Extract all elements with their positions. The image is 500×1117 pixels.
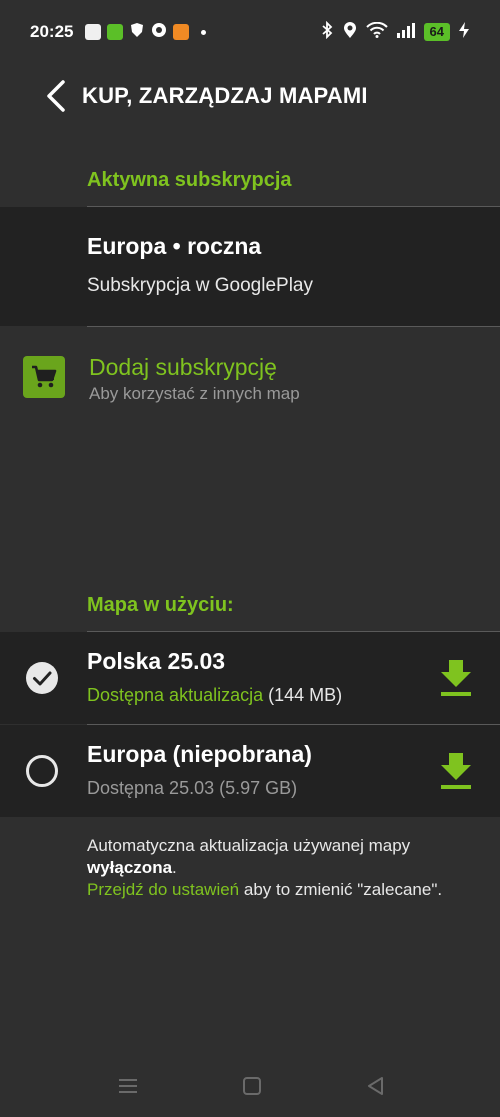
recent-apps-button[interactable] <box>116 1074 140 1098</box>
back-nav-button[interactable] <box>364 1074 388 1098</box>
subscription-description: Subskrypcja w GooglePlay <box>87 275 313 296</box>
download-icon[interactable] <box>438 658 474 698</box>
auto-update-text: Automatyczna aktualizacja używanej mapy <box>87 836 411 855</box>
status-bar: 20:25 64 <box>0 0 500 64</box>
map-item-polska[interactable]: Polska 25.03 Dostępna aktualizacja (144 … <box>0 632 500 724</box>
radio-unchecked-icon[interactable] <box>25 754 59 788</box>
chrome-icon <box>151 22 167 43</box>
cart-icon <box>23 356 65 398</box>
section-header-active-subscription: Aktywna subskrypcja <box>87 169 292 191</box>
triangle-back-icon <box>368 1077 383 1095</box>
auto-update-info: Automatyczna aktualizacja używanej mapy … <box>87 835 487 901</box>
update-size: (144 MB) <box>263 685 343 705</box>
settings-link[interactable]: Przejdź do ustawień <box>87 880 239 899</box>
square-icon <box>243 1077 261 1095</box>
auto-update-state: wyłączona <box>87 858 173 877</box>
bluetooth-icon <box>320 20 334 44</box>
radio-checked-icon[interactable] <box>25 661 59 695</box>
map-status: Dostępna 25.03 (5.97 GB) <box>87 778 298 798</box>
app-icon <box>173 24 190 40</box>
battery-indicator: 64 <box>423 23 450 41</box>
back-button[interactable] <box>36 76 76 116</box>
bag-icon <box>85 24 102 40</box>
subscription-title: Europa • roczna <box>87 233 262 259</box>
auto-update-hint: aby to zmienić "zalecane". <box>239 880 443 899</box>
notification-icons <box>85 22 207 43</box>
section-header-maps-in-use: Mapa w użyciu: <box>87 594 234 616</box>
system-nav-bar <box>0 1060 500 1117</box>
charging-icon <box>458 21 470 44</box>
page-title: KUP, ZARZĄDZAJ MAPAMI <box>82 83 368 108</box>
map-name: Polska 25.03 <box>87 648 226 674</box>
map-name: Europa (niepobrana) <box>87 741 312 767</box>
download-icon[interactable] <box>438 751 474 791</box>
update-available-label: Dostępna aktualizacja <box>87 685 264 705</box>
menu-icon <box>119 1079 137 1093</box>
wifi-icon <box>365 21 388 43</box>
signal-icon <box>396 22 416 43</box>
add-subscription-button[interactable]: Dodaj subskrypcję Aby korzystać z innych… <box>0 340 500 420</box>
add-subscription-description: Aby korzystać z innych map <box>89 384 300 403</box>
vpn-app-icon <box>107 24 124 40</box>
chevron-left-icon <box>47 80 65 112</box>
status-time: 20:25 <box>30 22 74 41</box>
more-notifications-dot <box>201 29 207 35</box>
map-item-europa[interactable]: Europa (niepobrana) Dostępna 25.03 (5.97… <box>0 725 500 817</box>
period: . <box>172 858 177 877</box>
add-subscription-title: Dodaj subskrypcję <box>89 354 277 380</box>
subscription-card[interactable]: Europa • roczna Subskrypcja w GooglePlay <box>0 207 500 326</box>
shield-icon <box>129 22 145 43</box>
divider <box>87 326 500 327</box>
map-status: Dostępna aktualizacja (144 MB) <box>87 685 342 706</box>
app-bar: KUP, ZARZĄDZAJ MAPAMI <box>0 64 500 128</box>
system-icons: 64 <box>320 20 470 44</box>
home-button[interactable] <box>240 1074 264 1098</box>
location-icon <box>342 21 358 44</box>
